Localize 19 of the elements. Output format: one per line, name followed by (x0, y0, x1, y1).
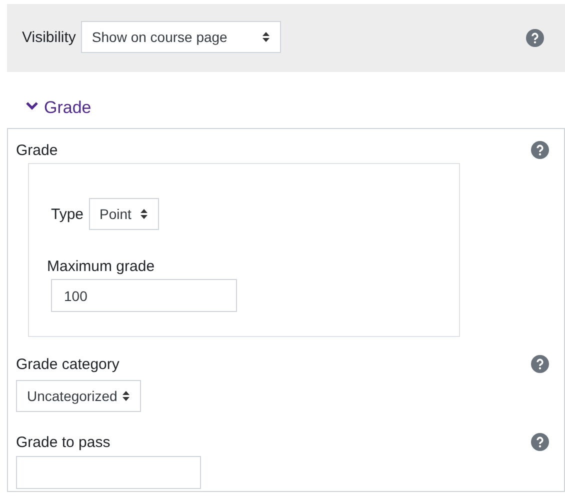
sort-arrows-icon (140, 208, 148, 220)
field-label: Type (51, 206, 84, 222)
field-label: Visibility (22, 28, 76, 46)
sort-arrows-icon (122, 390, 130, 402)
help-icon[interactable] (531, 355, 549, 373)
section-title[interactable]: Grade (44, 98, 92, 118)
help-icon[interactable] (531, 433, 549, 451)
input-field[interactable]: 100 (51, 279, 237, 312)
field-label: Grade category (16, 356, 120, 372)
field-label: Grade to pass (16, 434, 110, 450)
input-field[interactable] (16, 456, 201, 489)
sort-arrows-icon (262, 31, 270, 43)
help-icon[interactable] (526, 29, 544, 47)
select-dropdown[interactable]: Point (88, 198, 159, 230)
help-icon[interactable] (531, 141, 549, 159)
select-dropdown[interactable]: Show on course page (80, 21, 281, 53)
field-label: Maximum grade (47, 258, 156, 275)
select-dropdown[interactable]: Uncategorized (16, 380, 141, 412)
field-label: Grade (16, 142, 58, 158)
